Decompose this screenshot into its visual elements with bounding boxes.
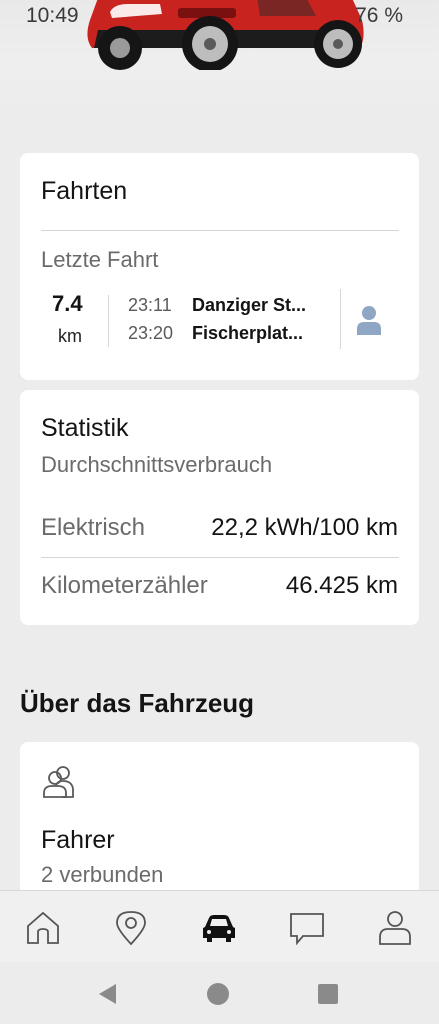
map-pin-icon[interactable] <box>112 909 150 947</box>
trip-distance-unit: km <box>58 326 82 346</box>
odometer-value: 46.425 km <box>285 572 398 599</box>
home-icon[interactable] <box>24 909 62 947</box>
driver-avatar-icon <box>357 306 381 335</box>
car-icon[interactable] <box>200 909 238 947</box>
status-time: 10:49 <box>26 4 79 27</box>
drivers-card-title: Fahrer <box>41 826 115 854</box>
chat-icon[interactable] <box>288 909 326 947</box>
back-triangle-icon[interactable] <box>96 982 120 1006</box>
drivers-count: 2 verbunden <box>41 862 164 887</box>
trips-card-title: Fahrten <box>41 177 128 205</box>
recents-square-icon[interactable] <box>316 982 340 1006</box>
statistics-card-title: Statistik <box>41 414 129 442</box>
odometer-label: Kilometerzähler <box>41 572 208 599</box>
trip-start-place: Danziger St... <box>192 295 307 315</box>
bottom-navigation <box>0 890 439 962</box>
system-navigation-bar <box>0 962 439 1024</box>
car-image <box>87 0 364 70</box>
stats-divider <box>41 557 399 558</box>
vehicle-hero: 10:49 76 % <box>0 0 439 120</box>
app-screen: 10:49 76 % Fahrten Letzte Fahrt 7.4 km 2… <box>0 0 439 1024</box>
last-trip-label: Letzte Fahrt <box>41 247 159 272</box>
electric-value: 22,2 kWh/100 km <box>211 514 398 541</box>
trips-divider <box>41 230 399 231</box>
trips-card[interactable]: Fahrten Letzte Fahrt 7.4 km 23:11 Danzig… <box>20 153 419 380</box>
status-battery: 76 % <box>355 4 403 27</box>
trip-start-time: 23:11 <box>128 295 172 315</box>
profile-icon[interactable] <box>376 909 414 947</box>
statistics-card[interactable]: Statistik Durchschnittsverbrauch Elektri… <box>20 390 419 625</box>
vehicle-section-heading: Über das Fahrzeug <box>20 688 255 718</box>
trip-separator <box>108 295 109 347</box>
home-circle-icon[interactable] <box>206 982 230 1006</box>
people-icon <box>43 766 74 798</box>
drivers-card[interactable]: Fahrer 2 verbunden <box>20 742 419 912</box>
driver-separator <box>340 289 341 349</box>
trip-distance-value: 7.4 <box>52 291 83 316</box>
trip-end-time: 23:20 <box>128 323 174 343</box>
average-consumption-label: Durchschnittsverbrauch <box>41 452 273 477</box>
trip-end-place: Fischerplat... <box>192 323 304 343</box>
electric-label: Elektrisch <box>41 514 146 541</box>
